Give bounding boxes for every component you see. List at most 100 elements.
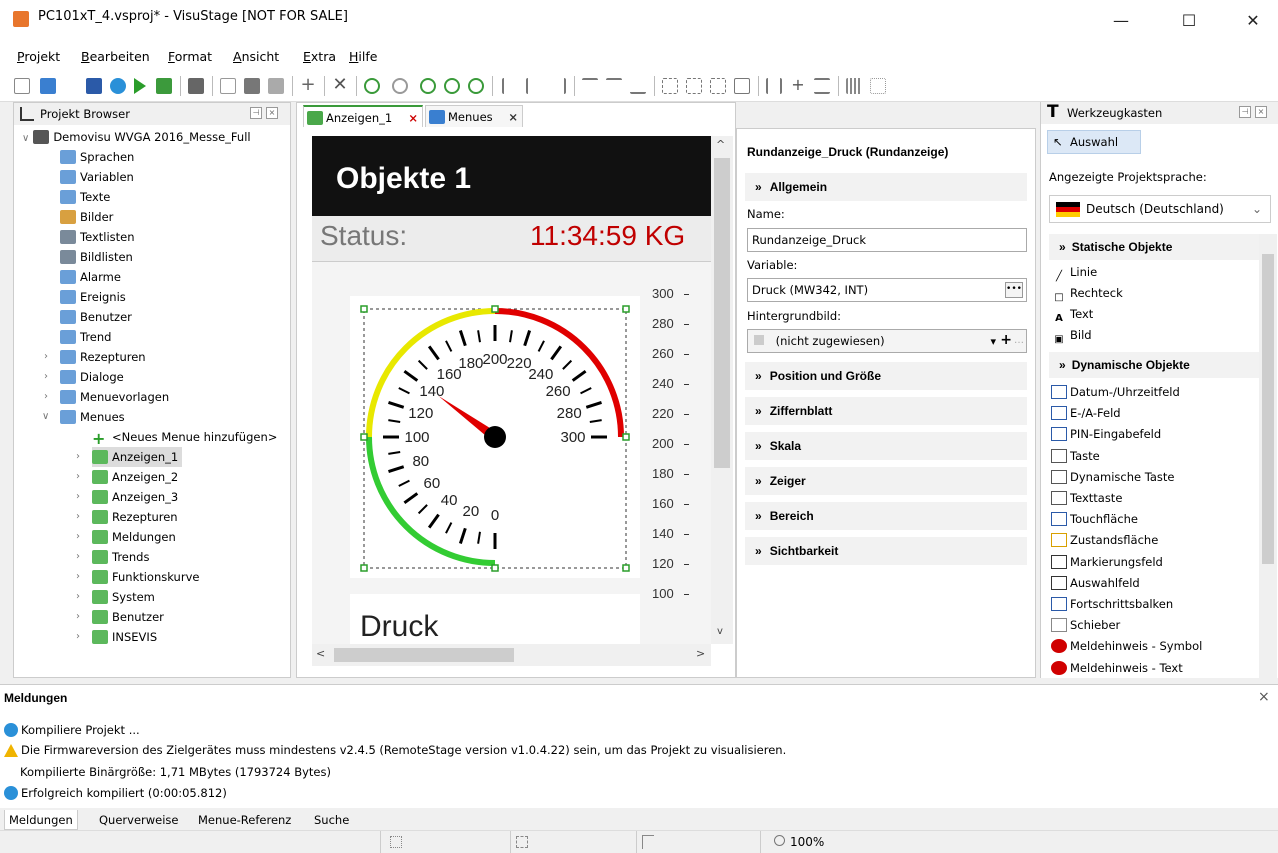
tree-item-alarme[interactable]: Alarme bbox=[60, 267, 121, 287]
tool-markierungsfeld[interactable]: Markierungsfeld bbox=[1051, 552, 1163, 572]
canvas-hscrollbar[interactable]: < > bbox=[312, 644, 711, 666]
tool-bild[interactable]: ▣ Bild bbox=[1051, 325, 1091, 345]
add-icon[interactable]: + bbox=[1000, 329, 1012, 351]
vscroll-thumb[interactable] bbox=[714, 158, 730, 468]
menu-projekt[interactable]: Projekt bbox=[17, 49, 60, 64]
select-tool[interactable]: ↖ Auswahl bbox=[1047, 130, 1141, 154]
tree-menu-trends[interactable]: › Trends bbox=[76, 547, 149, 567]
tool-linie[interactable]: ╱ Linie bbox=[1051, 262, 1097, 282]
align-bottom-icon[interactable] bbox=[630, 78, 646, 94]
background-image-field[interactable]: (nicht zugewiesen) ▾ + … bbox=[747, 329, 1027, 353]
distribute-v-icon[interactable] bbox=[814, 78, 830, 94]
download-icon[interactable] bbox=[156, 78, 172, 94]
dropdown-icon[interactable]: ▾ bbox=[990, 331, 996, 353]
tree-item-benutzer[interactable]: Benutzer bbox=[60, 307, 132, 327]
design-canvas[interactable]: Objekte 1 Status: 11:34:59 KG 0 20 40 60 80 1… bbox=[312, 136, 711, 662]
tab-menues[interactable]: Menues × bbox=[425, 105, 523, 127]
tree-menu-insevis[interactable]: › INSEVIS bbox=[76, 627, 157, 647]
tree-item-textlisten[interactable]: Textlisten bbox=[60, 227, 135, 247]
compile-icon[interactable] bbox=[110, 78, 126, 94]
menu-format[interactable]: Format bbox=[168, 49, 212, 64]
align-top-icon[interactable] bbox=[582, 78, 598, 94]
scroll-left-icon[interactable]: < bbox=[316, 647, 325, 660]
toolbox-scrollbar[interactable] bbox=[1259, 234, 1277, 678]
tool-zustandsfläche[interactable]: Zustandsfläche bbox=[1051, 530, 1158, 550]
align-center-icon[interactable] bbox=[526, 78, 542, 94]
tree-item-bilder[interactable]: Bilder bbox=[60, 207, 113, 227]
pin-icon[interactable]: ⊣ bbox=[250, 107, 262, 119]
tool-datum-uhrzeitfeld[interactable]: Datum-/Uhrzeitfeld bbox=[1051, 382, 1180, 402]
tab-querverweise[interactable]: Querverweise bbox=[95, 810, 183, 830]
tool-texttaste[interactable]: Texttaste bbox=[1051, 488, 1122, 508]
panel-close-icon[interactable]: × bbox=[1255, 106, 1267, 118]
menu-hilfe[interactable]: Hilfe bbox=[349, 49, 377, 64]
tool-rechteck[interactable]: □ Rechteck bbox=[1051, 283, 1122, 303]
snap-icon[interactable] bbox=[870, 78, 886, 94]
copy-icon[interactable] bbox=[220, 78, 236, 94]
resize-handle[interactable] bbox=[491, 305, 499, 313]
messages-close-icon[interactable]: × bbox=[1258, 689, 1270, 705]
same-height-icon[interactable] bbox=[686, 78, 702, 94]
resize-handle[interactable] bbox=[622, 433, 630, 441]
fit-icon[interactable] bbox=[734, 78, 750, 94]
new-icon[interactable] bbox=[14, 78, 30, 94]
tree-menu-anzeigen_2[interactable]: › Anzeigen_2 bbox=[76, 467, 178, 487]
undo-icon[interactable] bbox=[188, 78, 204, 94]
tree-item-bildlisten[interactable]: Bildlisten bbox=[60, 247, 133, 267]
tab-anzeigen-1[interactable]: Anzeigen_1 × bbox=[303, 105, 423, 127]
tree-item-sprachen[interactable]: Sprachen bbox=[60, 147, 134, 167]
scroll-right-icon[interactable]: > bbox=[696, 647, 705, 660]
resize-handle[interactable] bbox=[622, 305, 630, 313]
tree-root[interactable]: ∨ Demovisu WVGA 2016_Messe_Full bbox=[22, 127, 251, 147]
scroll-up-icon[interactable]: ^ bbox=[716, 138, 725, 151]
scale-bar[interactable]: 300 280 260 240 220 200 180 160 140 120 100 bbox=[652, 286, 711, 662]
section-allgemein[interactable]: » Allgemein bbox=[745, 173, 1027, 201]
name-field[interactable]: Rundanzeige_Druck bbox=[747, 228, 1027, 252]
close-button[interactable]: ✕ bbox=[1230, 6, 1276, 36]
tree-item-menues[interactable]: ∨ Menues bbox=[42, 407, 125, 427]
section-sichtbarkeit[interactable]: » Sichtbarkeit bbox=[745, 537, 1027, 565]
grid-icon[interactable] bbox=[846, 78, 862, 94]
pin-icon[interactable]: ⊣ bbox=[1239, 106, 1251, 118]
toolbox-scroll-thumb[interactable] bbox=[1262, 254, 1274, 564]
tab-close-icon[interactable]: × bbox=[508, 106, 518, 128]
variable-field[interactable]: Druck (MW342, INT) ••• bbox=[747, 278, 1027, 302]
section-position-und-größe[interactable]: » Position und Größe bbox=[745, 362, 1027, 390]
tool-pin-eingabefeld[interactable]: PIN-Eingabefeld bbox=[1051, 424, 1161, 444]
resize-handle[interactable] bbox=[360, 305, 368, 313]
open-icon[interactable] bbox=[40, 78, 56, 94]
hscroll-thumb[interactable] bbox=[334, 648, 514, 662]
tree-item-menuevorlagen[interactable]: › Menuevorlagen bbox=[44, 387, 169, 407]
tree-item-texte[interactable]: Texte bbox=[60, 187, 110, 207]
tool-taste[interactable]: Taste bbox=[1051, 446, 1100, 466]
tree-menu-anzeigen_1[interactable]: › Anzeigen_1 bbox=[76, 447, 183, 467]
tab-close-icon[interactable]: × bbox=[408, 107, 418, 129]
paste-icon[interactable] bbox=[268, 78, 284, 94]
tree-menu-benutzer[interactable]: › Benutzer bbox=[76, 607, 164, 627]
tool-meldehinweis-text[interactable]: Meldehinweis - Text bbox=[1051, 658, 1183, 678]
tool-schieber[interactable]: Schieber bbox=[1051, 615, 1120, 635]
tree-item-dialoge[interactable]: › Dialoge bbox=[44, 367, 124, 387]
distribute-h-icon[interactable] bbox=[766, 78, 782, 94]
tab-suche[interactable]: Suche bbox=[310, 810, 353, 830]
resize-handle[interactable] bbox=[360, 433, 368, 441]
canvas-vscrollbar[interactable]: ^ v bbox=[711, 136, 733, 644]
section-zeiger[interactable]: » Zeiger bbox=[745, 467, 1027, 495]
tool-text[interactable]: A Text bbox=[1051, 304, 1093, 324]
add-icon[interactable]: + bbox=[300, 76, 316, 94]
zoom-page-icon[interactable] bbox=[468, 78, 484, 94]
minimize-button[interactable]: — bbox=[1098, 6, 1144, 36]
run-icon[interactable] bbox=[134, 78, 146, 94]
center-h-icon[interactable]: + bbox=[790, 77, 806, 94]
zoom-out-icon[interactable] bbox=[392, 78, 408, 94]
zoom-100-icon[interactable] bbox=[444, 78, 460, 94]
resize-handle[interactable] bbox=[491, 564, 499, 572]
align-right-icon[interactable] bbox=[550, 78, 566, 94]
tool-e-a-feld[interactable]: E-/A-Feld bbox=[1051, 403, 1121, 423]
scroll-down-icon[interactable]: v bbox=[717, 626, 723, 637]
tree-add-menu[interactable]: + <Neues Menue hinzufügen> bbox=[92, 427, 277, 447]
tree-menu-rezepturen[interactable]: › Rezepturen bbox=[76, 507, 178, 527]
same-width-icon[interactable] bbox=[662, 78, 678, 94]
section-ziffernblatt[interactable]: » Ziffernblatt bbox=[745, 397, 1027, 425]
section-skala[interactable]: » Skala bbox=[745, 432, 1027, 460]
